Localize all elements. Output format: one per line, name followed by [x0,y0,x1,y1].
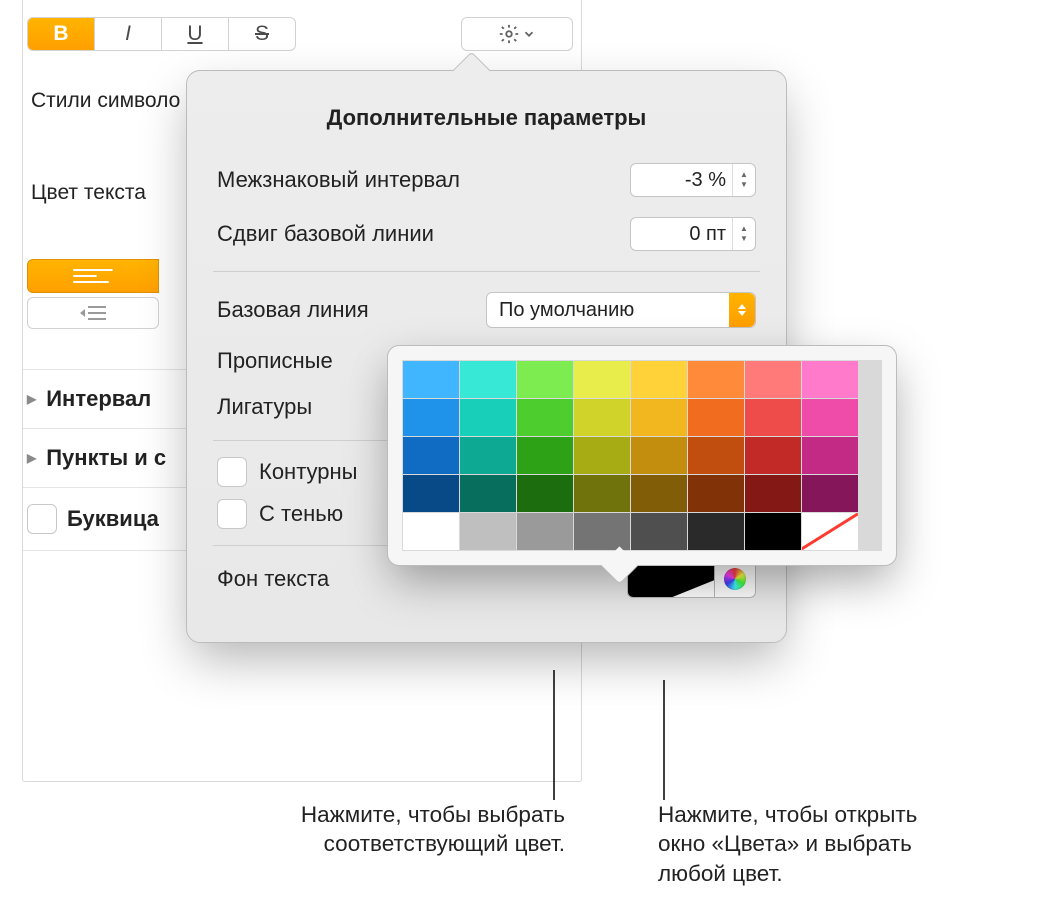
callout-leader-line [662,680,666,800]
color-swatch[interactable] [403,361,459,398]
color-swatch[interactable] [688,437,744,474]
text-style-segmented: B I U S [27,17,296,51]
color-swatch[interactable] [403,399,459,436]
color-swatch[interactable] [631,399,687,436]
character-styles-label: Стили символо [27,89,180,113]
color-swatches-popover [387,345,897,566]
character-spacing-label: Межзнаковый интервал [217,167,460,193]
color-swatch[interactable] [688,399,744,436]
outline-checkbox[interactable] [217,457,247,487]
caps-label: Прописные [217,348,333,374]
color-swatch[interactable] [574,361,630,398]
chevron-right-icon: ▶ [27,392,36,406]
baseline-shift-stepper[interactable]: 0 пт ▲▼ [630,217,756,251]
dropcap-checkbox[interactable] [27,504,57,534]
character-spacing-value: -3 % [639,169,732,192]
color-wheel-icon [724,568,746,590]
text-color-label: Цвет текста [27,181,146,205]
callout-select-matching-color: Нажмите, чтобы выбрать соответствующий ц… [195,800,565,859]
color-swatch[interactable] [574,437,630,474]
callout-open-colors-window: Нажмите, чтобы открыть окно «Цвета» и вы… [658,800,1028,888]
color-swatch[interactable] [517,361,573,398]
baseline-value: По умолчанию [499,299,634,322]
color-swatch[interactable] [802,437,858,474]
color-swatch[interactable] [517,399,573,436]
chevron-right-icon: ▶ [27,451,36,465]
color-swatch[interactable] [688,513,744,550]
color-swatch[interactable] [745,437,801,474]
color-swatch[interactable] [631,475,687,512]
character-spacing-stepper[interactable]: -3 % ▲▼ [630,163,756,197]
color-swatch[interactable] [460,475,516,512]
color-swatch[interactable] [460,399,516,436]
color-swatch[interactable] [517,475,573,512]
italic-button[interactable]: I [95,18,162,50]
shadow-checkbox[interactable] [217,499,247,529]
color-swatch[interactable] [460,361,516,398]
underline-button[interactable]: U [162,18,229,50]
color-swatch[interactable] [802,475,858,512]
color-swatch[interactable] [745,475,801,512]
color-swatch-grid [402,360,882,551]
bullets-label: Пункты и с [46,445,166,471]
align-left-button[interactable] [27,259,159,293]
text-background-label: Фон текста [217,566,329,592]
dropcap-label: Буквица [67,506,159,532]
baseline-label: Базовая линия [217,297,369,323]
color-swatch[interactable] [517,437,573,474]
baseline-popup[interactable]: По умолчанию [486,292,756,328]
color-swatch[interactable] [403,475,459,512]
color-swatch[interactable] [802,399,858,436]
indent-button[interactable] [27,297,159,329]
gear-icon [498,23,520,45]
align-left-icon [73,269,113,283]
color-swatch[interactable] [517,513,573,550]
spacing-label: Интервал [46,386,151,412]
color-swatch[interactable] [688,475,744,512]
color-swatch[interactable] [631,513,687,550]
color-swatch[interactable] [745,513,801,550]
color-swatch[interactable] [403,513,459,550]
ligatures-label: Лигатуры [217,394,312,420]
stepper-arrows-icon: ▲▼ [732,164,755,196]
color-swatch[interactable] [574,399,630,436]
popup-arrows-icon [729,293,755,327]
baseline-shift-label: Сдвиг базовой линии [217,221,434,247]
color-swatch[interactable] [574,513,630,550]
color-swatch[interactable] [631,437,687,474]
color-swatch[interactable] [403,437,459,474]
color-swatch[interactable] [802,513,858,550]
color-swatch[interactable] [745,361,801,398]
advanced-options-button[interactable] [461,17,573,51]
color-swatch[interactable] [460,437,516,474]
color-swatch[interactable] [802,361,858,398]
color-swatch[interactable] [574,475,630,512]
shadow-label: С тенью [259,501,343,527]
strikethrough-button[interactable]: S [229,18,295,50]
color-swatch[interactable] [460,513,516,550]
color-swatch[interactable] [631,361,687,398]
outline-label: Контурны [259,459,357,485]
color-swatch[interactable] [745,399,801,436]
chevron-down-icon [522,27,536,41]
bold-button[interactable]: B [28,18,95,50]
indent-icon [78,304,108,322]
baseline-shift-value: 0 пт [639,223,732,246]
color-swatch[interactable] [688,361,744,398]
stepper-arrows-icon: ▲▼ [732,218,755,250]
popover-title: Дополнительные параметры [213,105,760,131]
